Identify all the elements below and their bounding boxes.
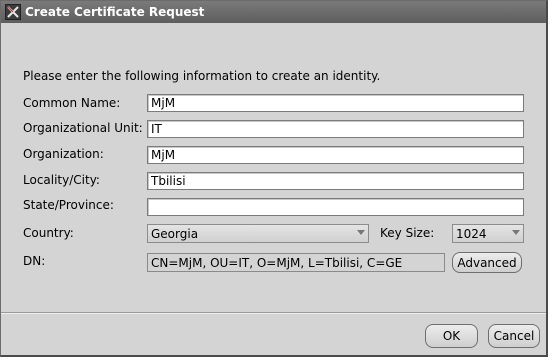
chevron-down-icon[interactable] [357,230,365,235]
country-label: Country: [23,226,74,240]
state-field[interactable] [147,198,524,216]
dn-value: CN=MjM, OU=IT, O=MjM, L=Tbilisi, C=GE [151,255,403,270]
ok-button[interactable]: OK [425,324,478,348]
key-size-dropdown[interactable]: 1024 [452,224,524,243]
country-value: Georgia [151,226,199,241]
title-bar[interactable]: Create Certificate Request [1,1,546,23]
cancel-button[interactable]: Cancel [488,324,540,348]
locality-label: Locality/City: [23,173,100,187]
organizational-unit-label: Organizational Unit: [23,121,143,135]
common-name-field[interactable] [147,94,524,112]
common-name-label: Common Name: [23,96,121,110]
advanced-button[interactable]: Advanced [452,252,522,273]
instructions-text: Please enter the following information t… [23,69,381,83]
key-size-label: Key Size: [380,226,435,240]
country-dropdown[interactable]: Georgia [147,224,369,243]
app-x-icon[interactable] [5,4,21,20]
state-label: State/Province: [23,198,114,212]
footer-divider [1,312,546,314]
chevron-down-icon[interactable] [512,230,520,235]
dn-label: DN: [23,254,46,268]
organization-label: Organization: [23,147,104,161]
dn-value-field: CN=MjM, OU=IT, O=MjM, L=Tbilisi, C=GE [147,253,445,272]
key-size-value: 1024 [456,226,487,241]
organization-field[interactable] [147,146,524,164]
create-certificate-dialog: Create Certificate Request Please enter … [0,0,548,357]
organizational-unit-field[interactable] [147,120,524,138]
locality-field[interactable] [147,172,524,190]
window-title: Create Certificate Request [25,5,205,19]
